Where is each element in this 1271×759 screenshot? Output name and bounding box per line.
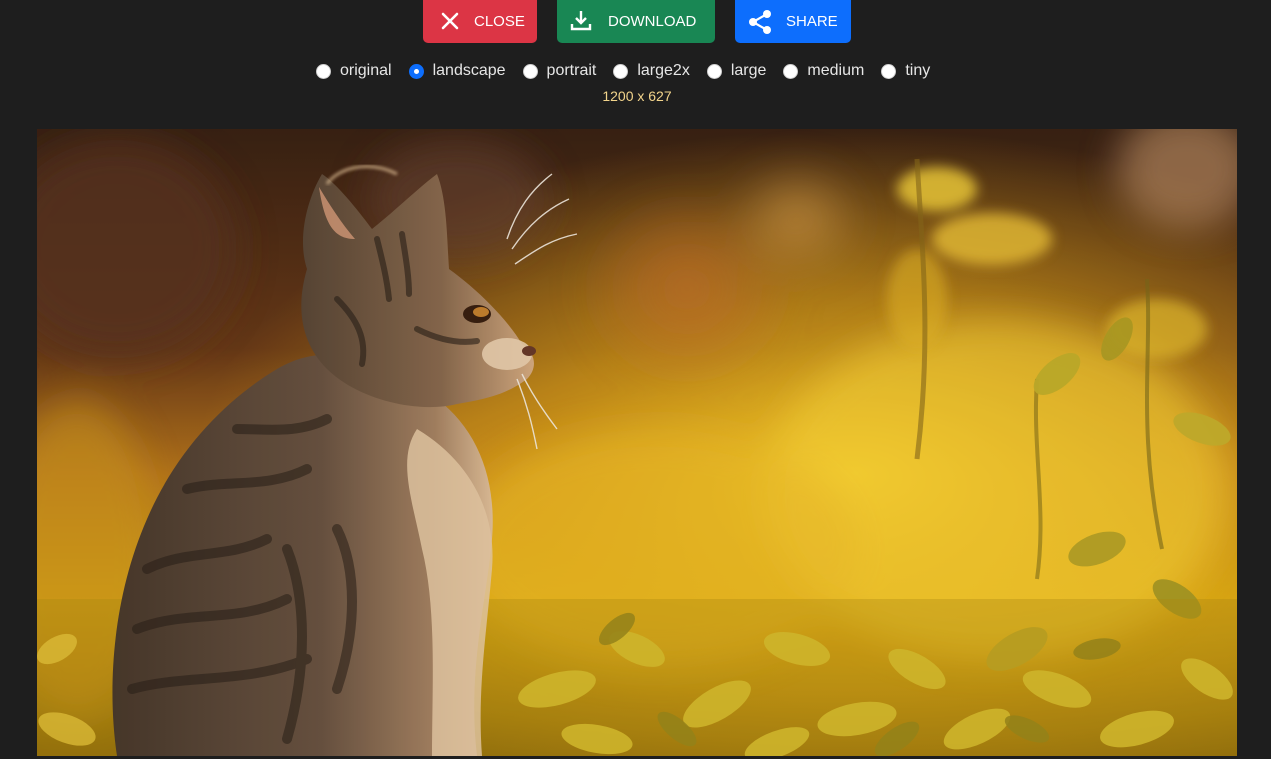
size-label-original: original xyxy=(340,62,392,79)
size-radio-portrait[interactable] xyxy=(522,63,538,79)
image-dimensions: 1200 x 627 xyxy=(602,88,672,104)
kitten-photo xyxy=(37,129,1237,756)
action-toolbar: CLOSE DOWNLOAD SHARE xyxy=(0,0,1271,43)
download-button-label: DOWNLOAD xyxy=(608,13,697,30)
share-button[interactable]: SHARE xyxy=(735,0,851,43)
download-icon xyxy=(570,9,592,31)
share-icon xyxy=(748,9,772,35)
close-button[interactable]: CLOSE xyxy=(423,0,537,43)
size-radio-medium[interactable] xyxy=(783,63,799,79)
size-radio-large2x[interactable] xyxy=(613,63,629,79)
size-option-tiny[interactable]: tiny xyxy=(881,62,930,80)
size-option-large[interactable]: large xyxy=(706,62,767,80)
size-option-original[interactable]: original xyxy=(316,62,392,80)
close-icon xyxy=(440,11,460,31)
size-label-tiny: tiny xyxy=(905,62,931,79)
size-radio-tiny[interactable] xyxy=(881,63,897,79)
size-label-landscape: landscape xyxy=(432,62,506,79)
size-options: original landscape portrait large2x larg… xyxy=(316,58,930,84)
size-radio-large[interactable] xyxy=(706,63,722,79)
size-label-portrait: portrait xyxy=(546,62,597,79)
size-option-landscape[interactable]: landscape xyxy=(408,62,506,80)
share-button-label: SHARE xyxy=(786,13,838,30)
size-option-portrait[interactable]: portrait xyxy=(522,62,597,80)
size-label-large: large xyxy=(730,62,767,79)
size-radio-landscape[interactable] xyxy=(408,63,424,79)
size-label-large2x: large2x xyxy=(637,62,690,79)
size-radio-original[interactable] xyxy=(316,63,331,79)
size-label-medium: medium xyxy=(807,62,865,79)
close-button-label: CLOSE xyxy=(474,13,525,30)
size-option-medium[interactable]: medium xyxy=(783,62,864,80)
download-button[interactable]: DOWNLOAD xyxy=(557,0,715,43)
size-option-large2x[interactable]: large2x xyxy=(613,62,690,80)
